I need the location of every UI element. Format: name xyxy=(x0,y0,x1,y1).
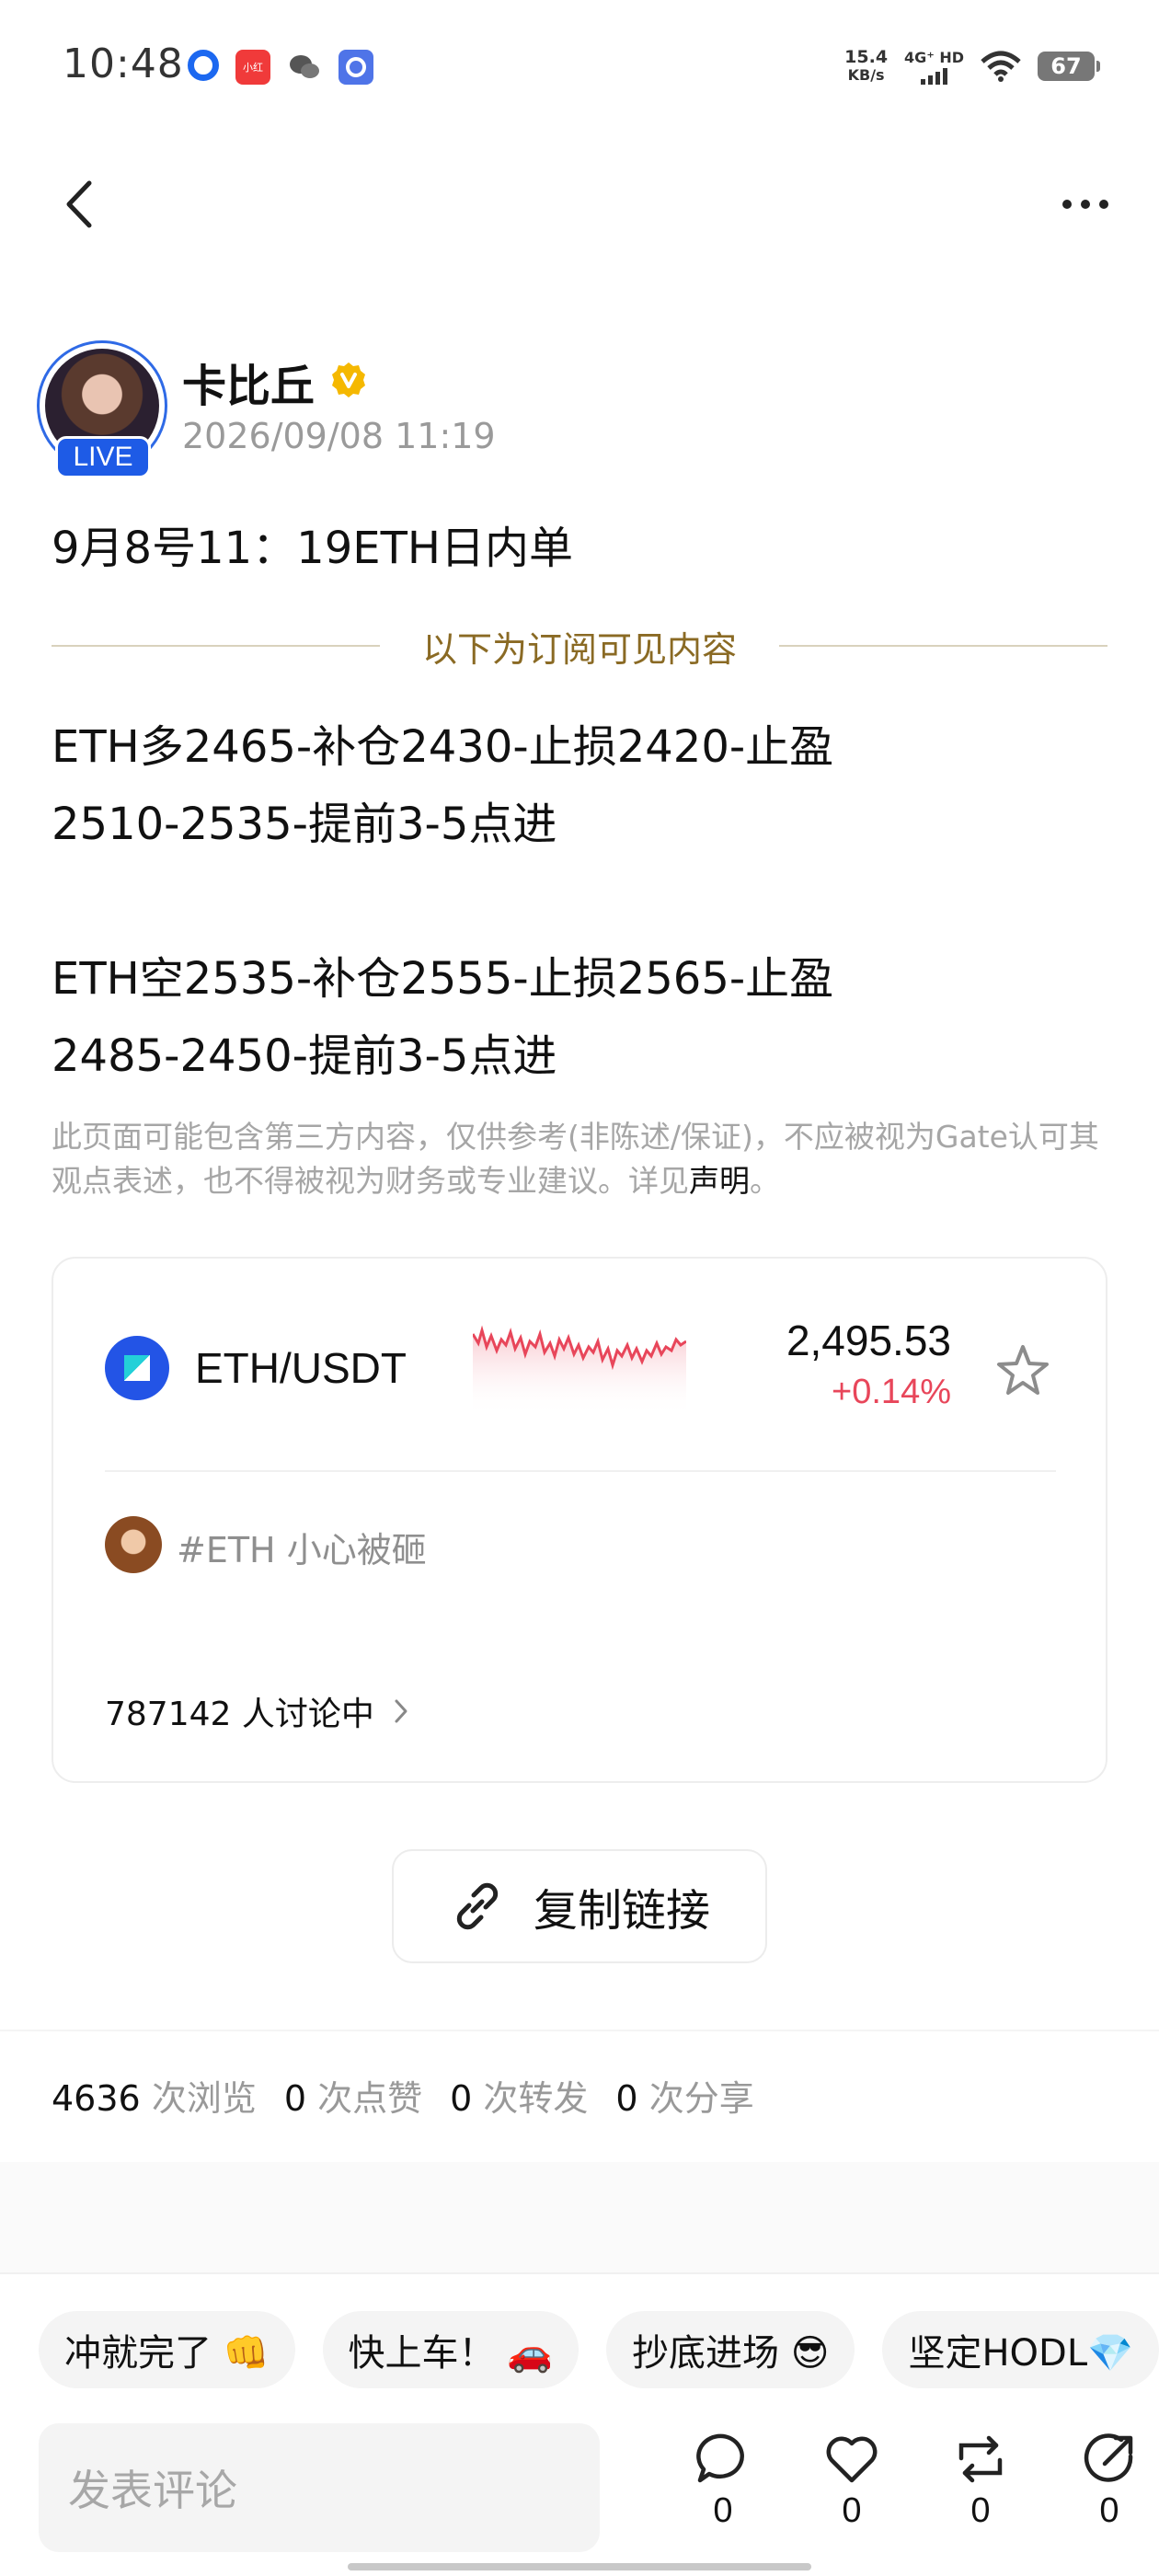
link-icon xyxy=(456,1882,499,1930)
back-button[interactable] xyxy=(52,177,107,232)
cellular-signal-icon: 4G⁺ HD xyxy=(904,49,964,85)
network-speed: 15.4 KB/s xyxy=(844,47,889,84)
comment-count: 0 xyxy=(713,2491,733,2530)
stats-divider xyxy=(0,2030,1159,2031)
discussion-count: 787142 人讨论中 xyxy=(105,1696,374,1733)
spacer-band xyxy=(0,2162,1159,2272)
views-label: 次浏览 xyxy=(151,2078,257,2119)
comment-icon xyxy=(696,2433,744,2483)
shares-label: 次分享 xyxy=(648,2078,754,2119)
post-stats: 4636 次浏览 0 次点赞 0 次转发 0 次分享 xyxy=(52,2070,782,2121)
verified-badge-icon xyxy=(332,362,365,397)
disclaimer-link[interactable]: 声明 xyxy=(689,1163,750,1199)
discussion-link[interactable]: 787142 人讨论中 xyxy=(105,1687,409,1735)
author-name[interactable]: 卡比丘 xyxy=(182,350,315,414)
quick-reply-chip[interactable]: 抄底进场 😎 xyxy=(606,2311,855,2388)
disclaimer: 此页面可能包含第三方内容，仅供参考(非陈述/保证)，不应被视为Gate认可其观点… xyxy=(52,1115,1107,1203)
repost-count: 0 xyxy=(970,2491,991,2530)
reposts-label: 次转发 xyxy=(483,2078,589,2119)
comment-button[interactable]: 0 xyxy=(659,2431,787,2531)
post-line: ETH多2465-补仓2430-止损2420-止盈 xyxy=(52,721,834,773)
quick-reply-chip[interactable]: 快上车！ 🚗 xyxy=(322,2311,580,2388)
card-divider xyxy=(105,1470,1056,1472)
post-title: 9月8号11：19ETH日内单 xyxy=(52,523,573,574)
more-dot-icon xyxy=(1099,200,1108,209)
favorite-star-icon[interactable] xyxy=(993,1341,1052,1400)
more-options-button[interactable] xyxy=(1049,177,1122,232)
disclaimer-end: 。 xyxy=(750,1163,780,1199)
copy-link-label: 复制链接 xyxy=(533,1885,710,1937)
copy-link-button[interactable]: 复制链接 xyxy=(392,1849,767,1963)
post-line: 2510-2535-提前3-5点进 xyxy=(52,799,557,850)
disclaimer-text: 此页面可能包含第三方内容，仅供参考(非陈述/保证)，不应被视为Gate认可其观点… xyxy=(52,1119,1099,1199)
post-line: 2485-2450-提前3-5点进 xyxy=(52,1030,557,1082)
like-button[interactable]: 0 xyxy=(787,2431,916,2531)
post-line: ETH空2535-补仓2555-止损2565-止盈 xyxy=(52,953,834,1005)
trading-pair: ETH/USDT xyxy=(195,1344,407,1392)
more-dot-icon xyxy=(1081,200,1090,209)
divider-line xyxy=(52,645,380,647)
status-time: 10:48 xyxy=(63,40,184,87)
share-button[interactable]: 0 xyxy=(1045,2431,1159,2531)
home-indicator[interactable] xyxy=(348,2563,811,2570)
price-change: +0.14% xyxy=(832,1373,951,1411)
wifi-icon xyxy=(981,51,1021,82)
shares-count: 0 xyxy=(615,2078,638,2119)
post-timestamp: 2026/09/08 11:19 xyxy=(182,416,496,456)
browser-app-icon xyxy=(339,50,373,85)
market-card[interactable]: ETH/USDT 2,495.53 +0.14% #ETH 小心被砸 78714… xyxy=(52,1257,1107,1783)
author-header: LIVE 卡比丘 2026/09/08 11:19 xyxy=(37,340,1122,478)
quick-reply-chip[interactable]: 冲就完了 👊 xyxy=(39,2311,295,2388)
status-indicators: 15.4 KB/s 4G⁺ HD 67 xyxy=(844,47,1100,85)
likes-label: 次点赞 xyxy=(317,2078,423,2119)
topic-avatar xyxy=(105,1516,162,1573)
like-count: 0 xyxy=(842,2491,862,2530)
price-sparkline xyxy=(473,1325,686,1415)
quick-reply-chip[interactable]: 坚定HODL💎 xyxy=(882,2311,1159,2388)
chevron-left-icon xyxy=(66,180,92,228)
status-app-icons: 小红 xyxy=(188,50,373,85)
subscription-label: 以下为订阅可见内容 xyxy=(422,628,738,670)
battery-icon: 67 xyxy=(1038,52,1100,81)
repost-button[interactable]: 0 xyxy=(916,2431,1045,2531)
divider-line xyxy=(779,645,1108,647)
bottom-bar: 冲就完了 👊 快上车！ 🚗 抄底进场 😎 坚定HODL💎 发表评论 0 0 0 … xyxy=(0,2272,1159,2576)
top-nav xyxy=(0,156,1159,258)
app-notification-icon xyxy=(188,50,219,81)
more-dot-icon xyxy=(1062,200,1072,209)
heart-icon xyxy=(826,2436,878,2483)
views-count: 4636 xyxy=(52,2078,141,2119)
live-badge[interactable]: LIVE xyxy=(55,436,151,478)
share-icon xyxy=(1084,2433,1133,2482)
post-body: ETH多2465-补仓2430-止损2420-止盈 2510-2535-提前3-… xyxy=(52,708,1107,1095)
wechat-icon xyxy=(287,50,322,85)
quick-replies: 冲就完了 👊 快上车！ 🚗 抄底进场 😎 坚定HODL💎 xyxy=(39,2311,1159,2388)
reposts-count: 0 xyxy=(450,2078,473,2119)
chevron-right-icon xyxy=(395,1699,407,1723)
share-count: 0 xyxy=(1099,2491,1119,2530)
post-actions: 0 0 0 0 xyxy=(659,2431,1159,2531)
comment-input[interactable]: 发表评论 xyxy=(39,2423,600,2552)
status-bar: 10:48 小红 15.4 KB/s 4G⁺ HD 67 xyxy=(0,0,1159,138)
eth-coin-icon xyxy=(105,1336,169,1400)
repost-icon xyxy=(958,2435,1003,2483)
price-value: 2,495.53 xyxy=(786,1317,951,1364)
subscription-divider: 以下为订阅可见内容 xyxy=(52,618,1108,673)
likes-count: 0 xyxy=(283,2078,307,2119)
topic-hashtag[interactable]: #ETH 小心被砸 xyxy=(177,1522,427,1572)
news-app-icon: 小红 xyxy=(235,50,270,85)
